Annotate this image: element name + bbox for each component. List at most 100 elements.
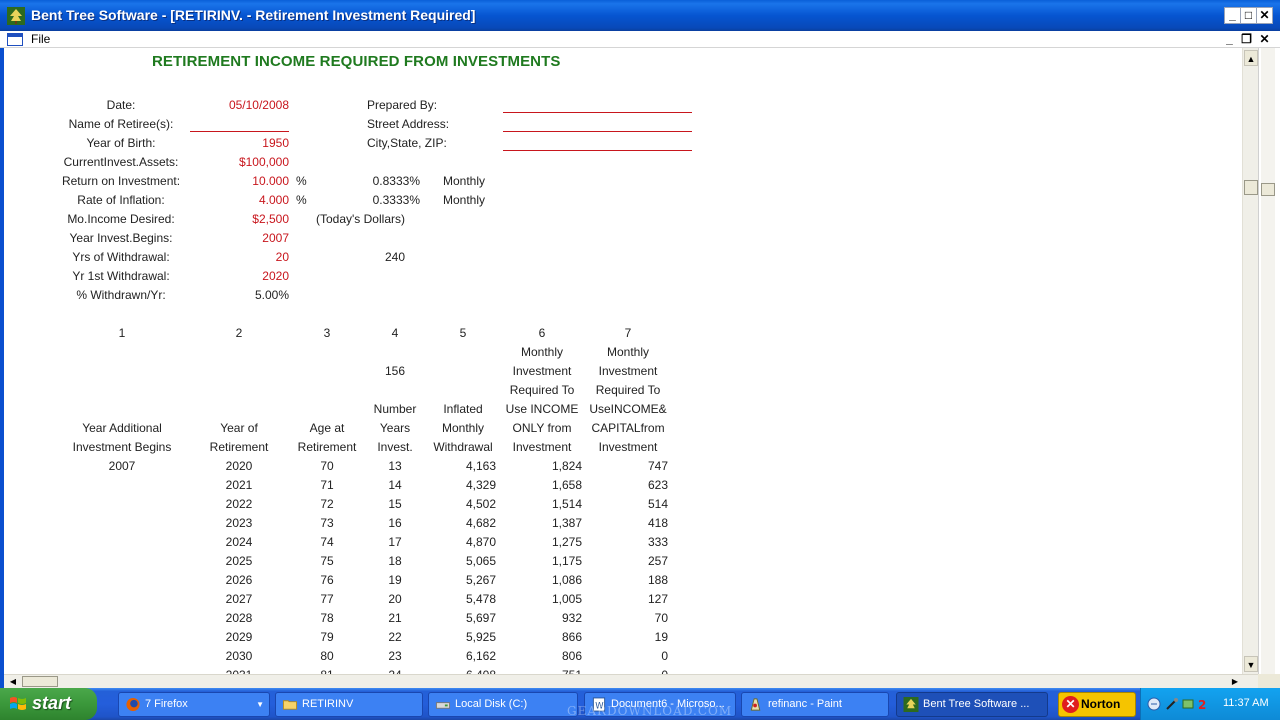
- prepared-label: Prepared By:: [367, 98, 438, 112]
- doc-restore-button[interactable]: ❐: [1239, 32, 1254, 46]
- network-icon[interactable]: [1147, 697, 1161, 711]
- roi-value[interactable]: 10.000: [190, 174, 289, 189]
- taskbar-local-disk[interactable]: Local Disk (C:): [428, 692, 578, 717]
- header-c4-line1: Number: [373, 402, 417, 416]
- row-inflated-withdrawal: 5,697: [465, 611, 496, 625]
- norton-button[interactable]: ✕ Norton: [1058, 692, 1136, 717]
- header-c6-line2: Investment: [512, 364, 572, 378]
- row-years-invested: 21: [388, 611, 402, 625]
- col-number: 4: [391, 326, 399, 340]
- row-age: 70: [320, 459, 334, 473]
- inflation-monthly-label: Monthly: [443, 193, 486, 207]
- scroll-left-arrow[interactable]: ◀: [6, 676, 20, 687]
- row-inflated-withdrawal: 6,162: [465, 649, 496, 663]
- scroll-down-arrow[interactable]: ▼: [1244, 656, 1258, 672]
- header-c6-line3: Required To: [509, 383, 575, 397]
- menu-file[interactable]: File: [31, 32, 50, 46]
- horizontal-scrollbar[interactable]: ◀ ▶: [4, 674, 1258, 688]
- taskbar-firefox[interactable]: 7 Firefox ▼: [118, 692, 270, 717]
- header-c1-line2: Investment Begins: [72, 440, 172, 454]
- retiree-label: Name of Retiree(s):: [68, 117, 174, 131]
- years-value[interactable]: 20: [190, 250, 289, 265]
- scroll-up-arrow[interactable]: ▲: [1244, 50, 1258, 66]
- row-age: 72: [320, 497, 334, 511]
- col-number: 1: [118, 326, 126, 340]
- worksheet[interactable]: RETIREMENT INCOME REQUIRED FROM INVESTME…: [4, 48, 1242, 674]
- document-icon[interactable]: [7, 33, 23, 46]
- row-income-only: 1,514: [551, 497, 582, 511]
- paint-icon: [750, 698, 761, 711]
- birth-value[interactable]: 1950: [190, 136, 289, 151]
- row-years-invested: 16: [388, 516, 402, 530]
- income-note: (Today's Dollars): [316, 212, 405, 226]
- row-inflated-withdrawal: 4,870: [465, 535, 496, 549]
- taskbar-bent-tree[interactable]: Bent Tree Software ...: [896, 692, 1048, 717]
- svg-text:2: 2: [1198, 698, 1206, 711]
- header-c4-line2: Years: [379, 421, 411, 435]
- retiree-field[interactable]: [190, 131, 289, 132]
- vertical-scrollbar[interactable]: ▲ ▼: [1242, 48, 1258, 674]
- header-c7-line5: CAPITALfrom: [591, 421, 665, 435]
- city-field[interactable]: [503, 150, 692, 151]
- prepared-field[interactable]: [503, 112, 692, 113]
- assets-value[interactable]: $100,000: [190, 155, 289, 170]
- row-inflated-withdrawal: 5,478: [465, 592, 496, 606]
- task-label: RETIRINV: [302, 698, 354, 710]
- begin-value[interactable]: 2007: [190, 231, 289, 246]
- taskbar-retirinv[interactable]: RETIRINV: [275, 692, 423, 717]
- firefox-icon: [126, 697, 140, 712]
- col-number: 6: [538, 326, 546, 340]
- row-years-invested: 23: [388, 649, 402, 663]
- scroll-right-arrow[interactable]: ▶: [1228, 676, 1242, 687]
- header-c6-line6: Investment: [512, 440, 572, 454]
- row-income-capital: 70: [654, 611, 668, 625]
- row-income-only: 866: [561, 630, 582, 644]
- task-label: Local Disk (C:): [455, 698, 528, 710]
- page-title: RETIREMENT INCOME REQUIRED FROM INVESTME…: [152, 53, 561, 70]
- row-year: 2026: [225, 573, 253, 587]
- row-income-capital: 188: [647, 573, 668, 587]
- date-value[interactable]: 05/10/2008: [190, 98, 289, 113]
- doc-close-button[interactable]: ✕: [1257, 32, 1272, 46]
- outer-scroll-track[interactable]: [1261, 48, 1275, 674]
- doc-minimize-button[interactable]: _: [1222, 32, 1237, 46]
- first-withdrawal-value[interactable]: 2020: [190, 269, 289, 284]
- maximize-button[interactable]: □: [1240, 7, 1257, 24]
- row-inflated-withdrawal: 5,065: [465, 554, 496, 568]
- task-label: refinanc - Paint: [768, 698, 842, 710]
- row-income-capital: 333: [647, 535, 668, 549]
- income-value[interactable]: $2,500: [190, 212, 289, 227]
- alert-icon[interactable]: 2: [1197, 697, 1211, 712]
- inflation-value[interactable]: 4.000: [190, 193, 289, 208]
- header-c7-line4: UseINCOME&: [589, 402, 667, 416]
- row-years-invested: 14: [388, 478, 402, 492]
- norton-close-icon: ✕: [1062, 696, 1079, 713]
- header-c2-line1: Year of: [220, 421, 258, 435]
- minimize-button[interactable]: _: [1224, 7, 1241, 24]
- taskbar-paint[interactable]: refinanc - Paint: [741, 692, 889, 717]
- settings-icon[interactable]: [1181, 697, 1195, 711]
- row-years-invested: 17: [388, 535, 402, 549]
- hscroll-thumb[interactable]: [22, 676, 58, 687]
- row-income-capital: 257: [647, 554, 668, 568]
- city-label: City,State, ZIP:: [367, 136, 447, 150]
- outer-scroll-thumb[interactable]: [1261, 183, 1275, 196]
- scroll-thumb[interactable]: [1244, 180, 1258, 195]
- street-label: Street Address:: [367, 117, 450, 131]
- roi-percent-sign: %: [296, 174, 307, 188]
- title-bar[interactable]: Bent Tree Software - [RETIRINV. - Retire…: [0, 0, 1280, 31]
- row-inflated-withdrawal: 4,163: [465, 459, 496, 473]
- outer-scrollbar[interactable]: [1258, 48, 1280, 674]
- app-window: Bent Tree Software - [RETIRINV. - Retire…: [0, 0, 1280, 720]
- tools-icon[interactable]: [1165, 697, 1179, 711]
- menu-bar: File _ ❐ ✕: [0, 31, 1280, 48]
- start-button[interactable]: start: [0, 688, 97, 720]
- row-year: 2025: [225, 554, 253, 568]
- row-years-invested: 20: [388, 592, 402, 606]
- street-field[interactable]: [503, 131, 692, 132]
- close-button[interactable]: ✕: [1256, 7, 1273, 24]
- folder-icon: [282, 700, 298, 710]
- header-c6-line4: Use INCOME: [505, 402, 579, 416]
- row-income-only: 1,005: [551, 592, 582, 606]
- withdrawn-value: 5.00%: [254, 288, 289, 302]
